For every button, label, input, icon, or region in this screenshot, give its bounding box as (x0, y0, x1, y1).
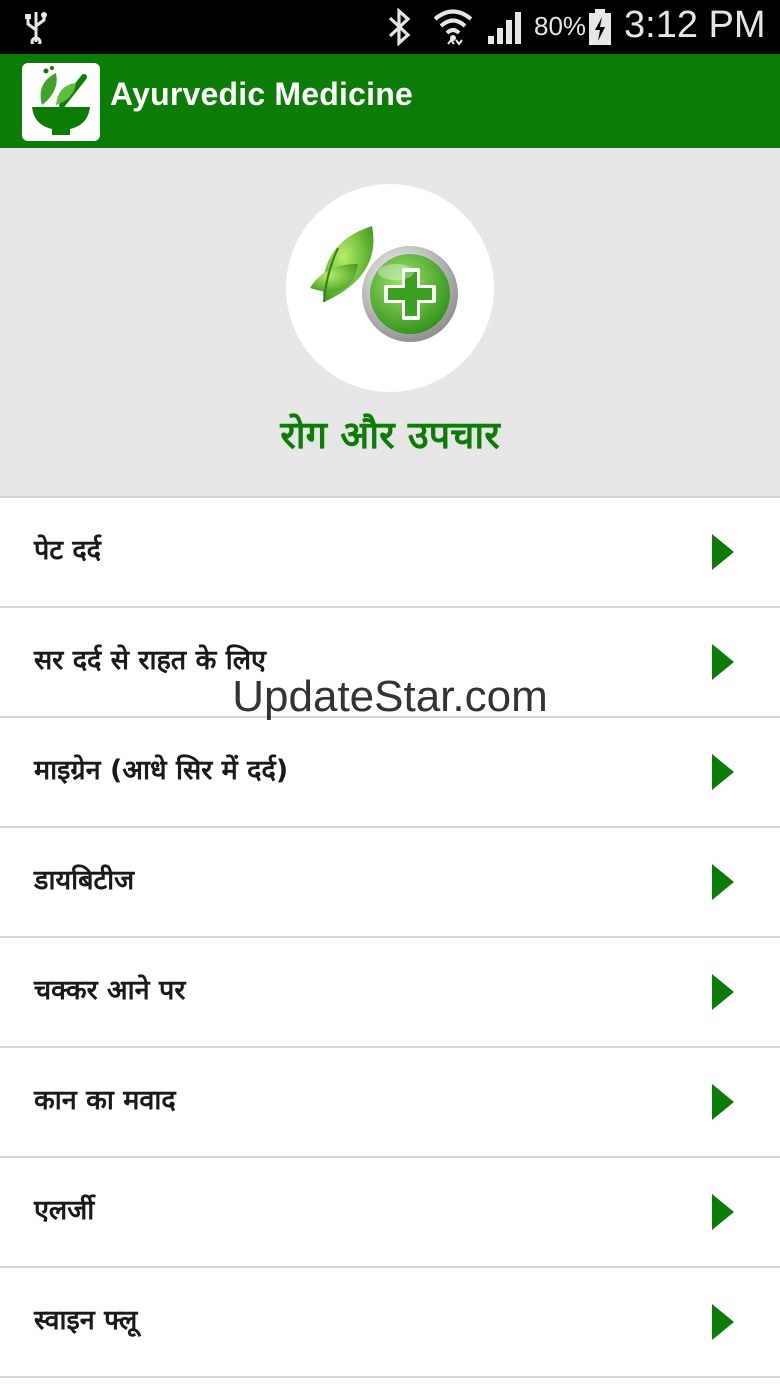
list-item[interactable]: सर दर्द से राहत के लिए (0, 608, 780, 718)
category-header: रोग और उपचार (0, 148, 780, 498)
list-item-label: पेट दर्द (34, 535, 102, 566)
list-item[interactable]: चक्कर आने पर (0, 938, 780, 1048)
list-item-label: डायबिटीज (34, 865, 135, 896)
bluetooth-icon (388, 8, 411, 46)
list-item-label: एलर्जी (34, 1195, 95, 1226)
list-item-label: सर दर्द से राहत के लिए (34, 645, 266, 676)
chevron-right-icon (712, 754, 734, 790)
chevron-right-icon (712, 1304, 734, 1340)
disease-list: पेट दर्द सर दर्द से राहत के लिए माइग्रेन… (0, 498, 780, 1378)
list-item-label: कान का मवाद (34, 1085, 176, 1116)
clock: 3:12 PM (624, 4, 766, 46)
battery-charging-icon (589, 9, 611, 45)
mortar-pestle-leaves-icon (22, 63, 100, 141)
chevron-right-icon (712, 534, 734, 570)
chevron-right-icon (712, 864, 734, 900)
list-item[interactable]: एलर्जी (0, 1158, 780, 1268)
list-item-label: चक्कर आने पर (34, 975, 186, 1006)
battery-percent: 80% (534, 11, 587, 41)
list-item[interactable]: पेट दर्द (0, 498, 780, 608)
app-toolbar: Ayurvedic Medicine (0, 54, 780, 148)
list-item[interactable]: डायबिटीज (0, 828, 780, 938)
wifi-icon (433, 9, 473, 46)
list-item-label: माइग्रेन (आधे सिर में दर्द) (34, 755, 289, 786)
app-title: Ayurvedic Medicine (110, 76, 413, 112)
list-item[interactable]: माइग्रेन (आधे सिर में दर्द) (0, 718, 780, 828)
chevron-right-icon (712, 974, 734, 1010)
page-title: रोग और उपचार (280, 413, 500, 457)
usb-icon (25, 12, 47, 44)
chevron-right-icon (712, 1194, 734, 1230)
list-item-label: स्वाइन फ्लू (34, 1305, 138, 1336)
chevron-right-icon (712, 644, 734, 680)
status-bar: 80% 3:12 PM (0, 0, 780, 54)
list-item[interactable]: स्वाइन फ्लू (0, 1268, 780, 1378)
leaves-medical-cross-icon (286, 184, 494, 392)
chevron-right-icon (712, 1084, 734, 1120)
signal-icon (488, 12, 521, 44)
list-item[interactable]: कान का मवाद (0, 1048, 780, 1158)
